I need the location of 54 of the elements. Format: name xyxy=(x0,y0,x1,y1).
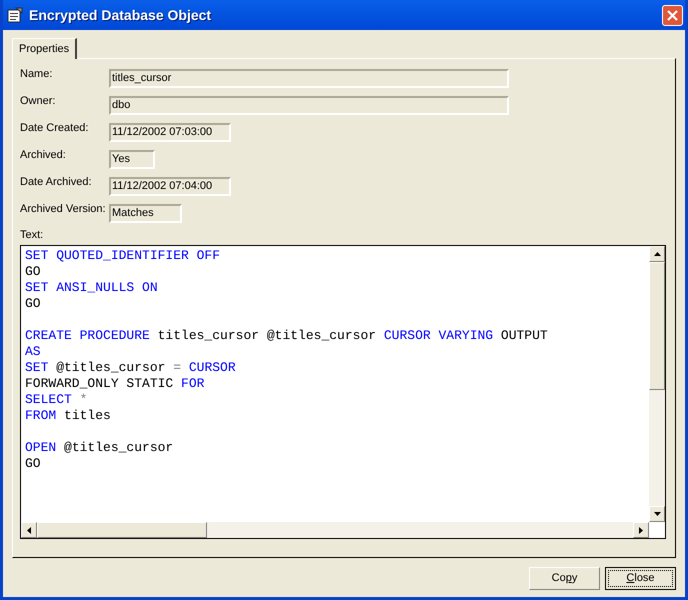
code-editor[interactable] xyxy=(20,245,666,539)
scroll-thumb[interactable] xyxy=(649,262,665,390)
read-only-field[interactable]: titles_cursor xyxy=(109,69,509,88)
sql-keyword: SET QUOTED_IDENTIFIER OFF xyxy=(25,248,220,264)
field-label: Archived Version: xyxy=(20,203,107,216)
code-text: OUTPUT xyxy=(500,328,548,344)
sql-keyword: SET xyxy=(25,360,48,376)
code-text: titles_cursor @titles_cursor xyxy=(156,328,378,344)
left-arrow-icon xyxy=(27,526,31,534)
window-icon xyxy=(7,7,23,23)
sql-operator: * xyxy=(78,392,88,408)
window-title: Encrypted Database Object xyxy=(29,6,212,25)
sql-keyword: CURSOR VARYING xyxy=(384,328,494,344)
field-label: Date Archived: xyxy=(20,176,93,189)
close-icon[interactable] xyxy=(662,4,683,26)
code-text: titles xyxy=(63,408,111,424)
code-text: GO xyxy=(25,456,41,472)
properties-tab[interactable]: Properties xyxy=(12,38,78,59)
code-text: GO xyxy=(25,296,41,312)
sql-keyword: AS xyxy=(25,344,41,360)
horizontal-scrollbar[interactable] xyxy=(21,522,649,538)
code-text: GO xyxy=(25,264,41,280)
text-label: Text: xyxy=(20,229,44,242)
down-arrow-icon xyxy=(654,512,660,516)
field-label: Archived: xyxy=(20,149,67,162)
read-only-field[interactable]: 11/12/2002 07:03:00 xyxy=(109,123,231,142)
sql-keyword: FOR xyxy=(181,376,204,392)
read-only-field[interactable]: dbo xyxy=(109,96,509,115)
vertical-scrollbar[interactable] xyxy=(649,246,665,522)
copy-button[interactable]: Copy xyxy=(529,567,600,590)
sql-keyword: OPEN xyxy=(25,440,56,456)
right-arrow-icon xyxy=(639,526,643,534)
scroll-left-button[interactable] xyxy=(21,522,37,538)
sql-keyword: CREATE PROCEDURE xyxy=(25,328,150,344)
sql-keyword: SELECT xyxy=(25,392,72,408)
scroll-right-button[interactable] xyxy=(633,522,649,538)
sql-keyword: CURSOR xyxy=(188,360,236,376)
code-text: FORWARD_ONLY STATIC xyxy=(25,376,174,392)
code-text: @titles_cursor xyxy=(63,440,174,456)
field-label: Date Created: xyxy=(20,122,90,135)
read-only-field[interactable]: 11/12/2002 07:04:00 xyxy=(109,177,231,196)
code-text: @titles_cursor xyxy=(55,360,166,376)
sql-operator: = xyxy=(173,360,182,376)
sql-keyword: FROM xyxy=(25,408,56,424)
field-label: Owner: xyxy=(20,95,56,108)
scroll-up-button[interactable] xyxy=(649,246,665,262)
close-button[interactable]: Close xyxy=(605,567,676,590)
scroll-down-button[interactable] xyxy=(649,506,665,522)
up-arrow-icon xyxy=(654,252,660,256)
read-only-field[interactable]: Matches xyxy=(109,204,182,223)
sql-keyword: SET ANSI_NULLS ON xyxy=(25,280,158,296)
field-label: Name: xyxy=(20,68,54,81)
scroll-thumb[interactable] xyxy=(37,522,207,538)
read-only-field[interactable]: Yes xyxy=(109,150,155,169)
